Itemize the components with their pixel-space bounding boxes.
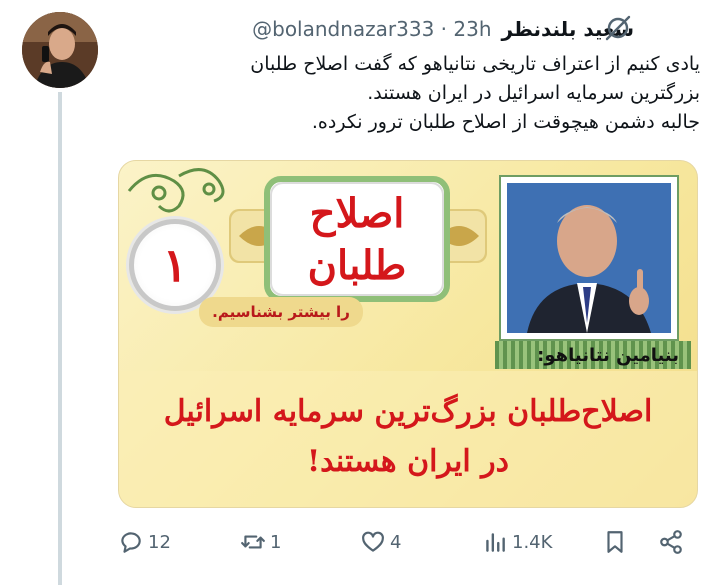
- netanyahu-photo: [499, 175, 679, 341]
- share-button[interactable]: [658, 520, 684, 564]
- bookmark-icon: [607, 531, 623, 553]
- retweet-icon: [241, 535, 265, 549]
- quote-line: اصلاح‌طلبان بزرگ‌ترین سرمایه اسرائیل: [163, 394, 653, 429]
- media-title-line: اصلاح: [309, 190, 405, 237]
- tweet-time[interactable]: 23h: [453, 17, 491, 41]
- quote-text: اصلاح‌طلبان بزرگ‌ترین سرمایه اسرائیل در …: [129, 387, 687, 487]
- media-title: اصلاح طلبان: [237, 177, 477, 303]
- author-handle[interactable]: @boland­nazar333: [252, 17, 434, 41]
- tweet-header: سعید بلندنظر @boland­nazar333 · 23h: [118, 14, 634, 44]
- tweet-line: جالبه دشمن هیچوقت از اصلاح طلبان ترور نک…: [311, 111, 700, 133]
- quote-line: در ایران هستند!: [307, 444, 509, 479]
- views-icon: [486, 533, 505, 552]
- like-count: 4: [390, 531, 402, 553]
- retweet-button[interactable]: 1: [240, 520, 281, 564]
- share-icon: [660, 530, 682, 554]
- tweet: سعید بلندنظر @boland­nazar333 · 23h یادی…: [0, 0, 720, 585]
- author-handle-time[interactable]: @boland­nazar333 · 23h: [252, 17, 491, 41]
- bookmark-button[interactable]: [602, 520, 628, 564]
- media-subtitle: را بیشتر بشناسیم.: [199, 297, 363, 327]
- tweet-line: بزرگترین سرمایه اسرائیل در ایران هستند.: [367, 82, 700, 104]
- media-title-line: طلبان: [307, 242, 407, 289]
- heart-icon: [362, 531, 384, 552]
- tweet-text: یادی کنیم از اعتراف تاریخی نتانیاهو که گ…: [118, 50, 700, 137]
- grok-icon[interactable]: [600, 10, 636, 46]
- retweet-count: 1: [270, 531, 282, 553]
- quote-author: بنیامین نتانیاهو:: [537, 345, 679, 366]
- views-button[interactable]: 1.4K: [482, 520, 552, 564]
- avatar[interactable]: [22, 12, 98, 88]
- action-bar: 12 1 4 1.4K: [110, 520, 700, 564]
- like-button[interactable]: 4: [360, 520, 401, 564]
- thread-line: [58, 92, 62, 585]
- views-count: 1.4K: [512, 531, 553, 553]
- tweet-image[interactable]: اصلاح طلبان ۱ را بیشتر بشناسیم. بنیامین …: [118, 160, 698, 508]
- reply-count: 12: [148, 531, 171, 553]
- tweet-line: یادی کنیم از اعتراف تاریخی نتانیاهو که گ…: [250, 53, 700, 75]
- reply-icon: [121, 532, 141, 553]
- reply-button[interactable]: 12: [118, 520, 171, 564]
